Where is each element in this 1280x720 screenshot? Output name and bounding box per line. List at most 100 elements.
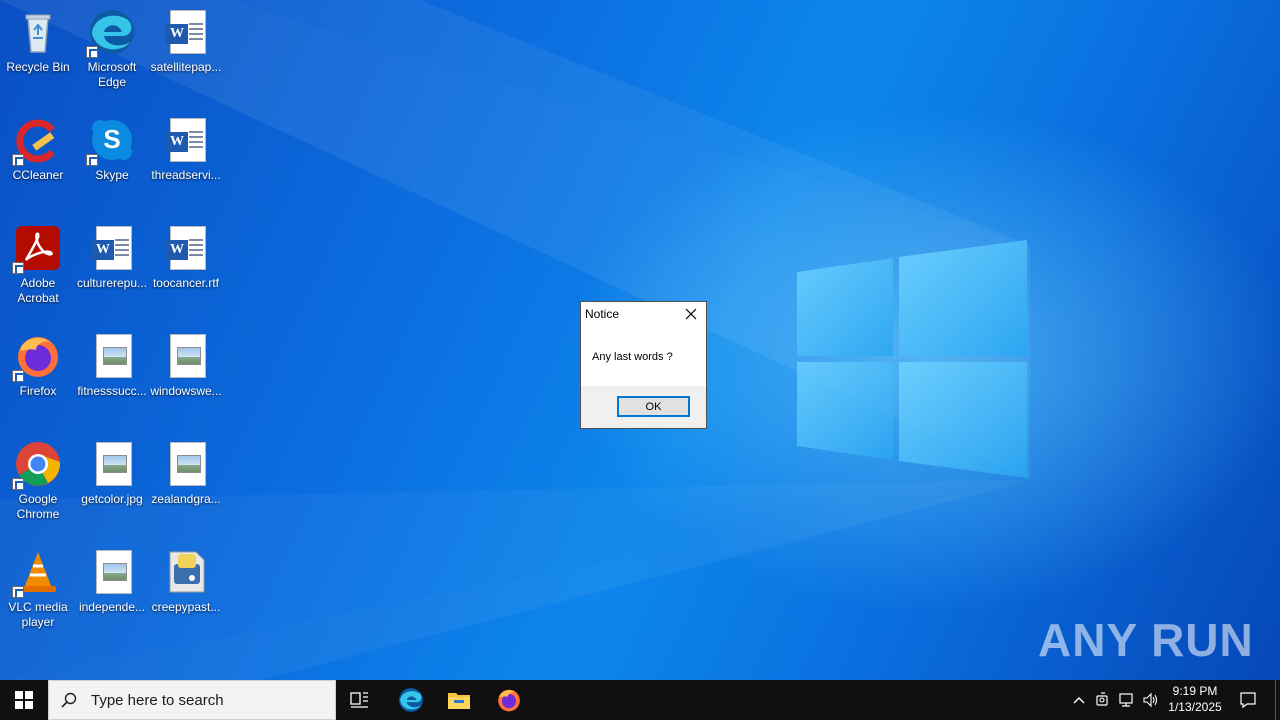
notification-icon (1240, 692, 1256, 709)
desktop-icon-adobe-acrobat[interactable]: Adobe Acrobat (0, 218, 76, 322)
skype-icon: S (86, 116, 136, 166)
word-document-icon: W (88, 224, 136, 272)
image-file-icon (88, 332, 136, 380)
image-file-icon (162, 332, 210, 380)
start-button[interactable] (0, 680, 48, 720)
desktop-icon-threadservi[interactable]: W threadservi... (148, 110, 224, 214)
taskbar-edge-button[interactable] (388, 680, 434, 720)
recycle-bin-icon (14, 8, 62, 56)
desktop-icon-ccleaner[interactable]: CCleaner (0, 110, 76, 214)
desktop-icon-label: getcolor.jpg (81, 492, 143, 506)
desktop-icon-label: threadservi... (151, 168, 221, 182)
desktop-icon-satellitepap[interactable]: W satellitepap... (148, 2, 224, 106)
dialog-message: Any last words ? (592, 351, 673, 363)
desktop-icon-label: creepypast... (151, 600, 221, 614)
desktop-icon-google-chrome[interactable]: Google Chrome (0, 434, 76, 538)
clock-date: 1/13/2025 (1168, 700, 1222, 714)
tray-network-button[interactable] (1116, 680, 1138, 720)
file-explorer-icon (448, 693, 470, 709)
desktop-icon-label: Google Chrome (16, 492, 60, 521)
anyrun-watermark: ANY RUN (1038, 608, 1254, 672)
close-button[interactable] (677, 303, 705, 325)
word-document-icon: W (162, 8, 210, 56)
desktop-icon-label: zealandgra... (151, 492, 221, 506)
shortcut-arrow-icon (86, 46, 98, 58)
ok-button[interactable]: OK (617, 396, 690, 417)
desktop-icon-creepypast[interactable]: creepypast... (148, 542, 224, 646)
dialog-footer: OK (581, 386, 706, 428)
desktop-icon-label: windowswe... (150, 384, 222, 398)
close-icon (685, 308, 697, 320)
image-file-icon (88, 548, 136, 596)
edge-icon (399, 688, 423, 712)
desktop-icon-independe[interactable]: independe... (74, 542, 150, 646)
volume-icon (1143, 692, 1158, 708)
taskbar-firefox-button[interactable] (486, 680, 532, 720)
desktop-icon-label: CCleaner (12, 168, 64, 182)
desktop-icon-label: satellitepap... (150, 60, 222, 74)
desktop-icon-label: Adobe Acrobat (17, 276, 59, 305)
chrome-icon (12, 440, 62, 490)
shortcut-arrow-icon (12, 370, 24, 382)
desktop-icon-culturerepu[interactable]: W culturerepu... (74, 218, 150, 322)
shortcut-arrow-icon (12, 586, 24, 598)
desktop: Recycle Bin CCleaner Adobe Acrobat Firef… (0, 0, 1280, 680)
windows-start-icon (15, 691, 33, 709)
desktop-icon-fitnesssucc[interactable]: fitnesssucc... (74, 326, 150, 430)
image-file-icon (88, 440, 136, 488)
desktop-icon-label: Microsoft Edge (87, 60, 137, 89)
desktop-icon-label: toocancer.rtf (152, 276, 220, 290)
word-document-icon: W (162, 224, 210, 272)
taskbar-file-explorer-button[interactable] (436, 680, 482, 720)
svg-text:S: S (103, 124, 120, 154)
firefox-icon (498, 689, 520, 712)
meet-now-icon (1096, 692, 1108, 706)
desktop-icon-toocancer[interactable]: W toocancer.rtf (148, 218, 224, 322)
desktop-icon-label: fitnesssucc... (77, 384, 147, 398)
firefox-icon (12, 332, 62, 382)
task-view-button[interactable] (338, 680, 382, 720)
dialog-title: Notice (585, 307, 620, 321)
desktop-icon-zealandgra[interactable]: zealandgra... (148, 434, 224, 538)
desktop-icon-skype[interactable]: S Skype (74, 110, 150, 214)
desktop-icon-recycle-bin[interactable]: Recycle Bin (0, 2, 76, 106)
desktop-icon-windowswe[interactable]: windowswe... (148, 326, 224, 430)
ccleaner-icon (12, 116, 62, 166)
watermark-text: ANY RUN (1038, 614, 1254, 666)
taskbar-clock[interactable]: 9:19 PM 1/13/2025 (1160, 683, 1230, 715)
desktop-icon-label: VLC media player (8, 600, 68, 629)
python-file-icon (162, 548, 210, 596)
action-center-button[interactable] (1234, 680, 1262, 720)
network-icon (1119, 693, 1133, 707)
edge-icon (86, 8, 136, 58)
vlc-icon (12, 548, 62, 598)
desktop-icon-getcolor[interactable]: getcolor.jpg (74, 434, 150, 538)
desktop-icon-label: Skype (95, 168, 129, 182)
desktop-icon-label: culturerepu... (76, 276, 148, 290)
shortcut-arrow-icon (86, 154, 98, 166)
desktop-icon-label: Recycle Bin (6, 60, 70, 74)
windows-logo-wallpaper (797, 240, 1027, 478)
tray-meet-now-button[interactable] (1092, 680, 1114, 720)
image-file-icon (162, 440, 210, 488)
desktop-icon-firefox[interactable]: Firefox (0, 326, 76, 430)
dialog-titlebar[interactable]: Notice (581, 302, 706, 326)
clock-time: 9:19 PM (1172, 684, 1218, 698)
shortcut-arrow-icon (12, 262, 24, 274)
desktop-icon-vlc[interactable]: VLC media player (0, 542, 76, 646)
shortcut-arrow-icon (12, 478, 24, 490)
acrobat-icon (12, 224, 62, 274)
show-desktop-button[interactable] (1275, 680, 1276, 720)
taskbar-search-box[interactable]: Type here to search (48, 680, 336, 720)
search-placeholder: Type here to search (91, 691, 224, 709)
notice-dialog: Notice Any last words ? OK (580, 301, 707, 429)
tray-volume-button[interactable] (1140, 680, 1162, 720)
task-view-icon (350, 692, 368, 708)
shortcut-arrow-icon (12, 154, 24, 166)
desktop-icon-microsoft-edge[interactable]: Microsoft Edge (74, 2, 150, 106)
word-document-icon: W (162, 116, 210, 164)
taskbar: Type here to search 9:19 PM 1/13/2025 (0, 680, 1280, 720)
desktop-icon-label: independe... (78, 600, 146, 614)
desktop-icon-label: Firefox (19, 384, 57, 398)
show-hidden-icons-button[interactable] (1068, 680, 1090, 720)
